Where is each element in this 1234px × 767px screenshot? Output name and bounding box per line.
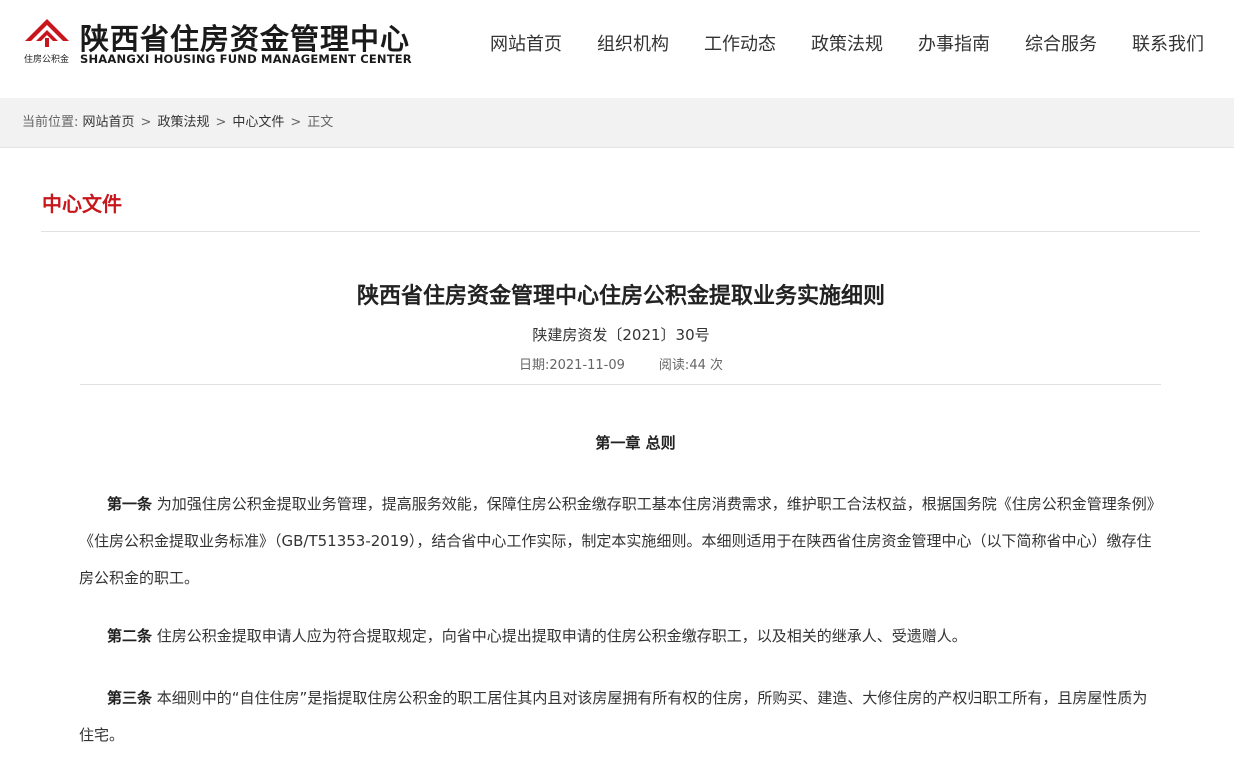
nav-service-guide[interactable]: 办事指南 xyxy=(918,30,990,56)
section-divider xyxy=(41,231,1200,232)
article-clause-text: 住房公积金提取申请人应为符合提取规定，向省中心提出提取申请的住房公积金缴存职工，… xyxy=(152,627,967,645)
nav-organization[interactable]: 组织机构 xyxy=(597,30,669,56)
site-logo[interactable]: 住房公积金 陕西省住房资金管理中心 SHAANGXI HOUSING FUND … xyxy=(24,18,424,70)
main-nav: 网站首页 组织机构 工作动态 政策法规 办事指南 综合服务 联系我们 xyxy=(490,30,1204,56)
nav-home[interactable]: 网站首页 xyxy=(490,30,562,56)
article-paragraph: 第三条 本细则中的“自住住房”是指提取住房公积金的职工居住其内且对该房屋拥有所有… xyxy=(79,680,1159,754)
logo-english-name: SHAANGXI HOUSING FUND MANAGEMENT CENTER xyxy=(80,52,412,66)
nav-work-news[interactable]: 工作动态 xyxy=(704,30,776,56)
article-paragraph: 第二条 住房公积金提取申请人应为符合提取规定，向省中心提出提取申请的住房公积金缴… xyxy=(79,618,1159,655)
document-number: 陕建房资发〔2021〕30号 xyxy=(532,326,710,344)
breadcrumb-separator: > xyxy=(290,115,302,130)
article-clause-text: 为加强住房公积金提取业务管理，提高服务效能，保障住房公积金缴存职工基本住房消费需… xyxy=(79,495,1155,587)
breadcrumb-separator: > xyxy=(215,115,227,130)
breadcrumb: 当前位置: 网站首页 > 政策法规 > 中心文件 > 正文 xyxy=(22,98,333,147)
views-unit: 次 xyxy=(710,358,724,373)
breadcrumb-policies[interactable]: 政策法规 xyxy=(157,115,209,130)
logo-small-text: 住房公积金 xyxy=(24,55,70,65)
breadcrumb-bar: 当前位置: 网站首页 > 政策法规 > 中心文件 > 正文 xyxy=(0,98,1234,148)
breadcrumb-current: 正文 xyxy=(307,115,334,130)
article-clause-label: 第一条 xyxy=(107,495,153,513)
views-label: 阅读: xyxy=(658,358,690,373)
meta-divider xyxy=(80,384,1161,385)
publish-date: 2021-11-09 xyxy=(549,358,625,373)
section-title: 中心文件 xyxy=(42,192,122,216)
chapter-heading: 第一章 总则 xyxy=(595,434,676,452)
breadcrumb-home[interactable]: 网站首页 xyxy=(83,115,135,130)
breadcrumb-prefix: 当前位置: xyxy=(22,115,79,130)
nav-contact[interactable]: 联系我们 xyxy=(1132,30,1204,56)
article-paragraph: 第一条 为加强住房公积金提取业务管理，提高服务效能，保障住房公积金缴存职工基本住… xyxy=(79,486,1159,597)
breadcrumb-center-docs[interactable]: 中心文件 xyxy=(232,115,284,130)
nav-services[interactable]: 综合服务 xyxy=(1025,30,1097,56)
view-count: 44 xyxy=(689,358,706,373)
nav-policies[interactable]: 政策法规 xyxy=(811,30,883,56)
article-meta: 日期:2021-11-09 阅读:44 次 xyxy=(0,354,1234,373)
article-clause-label: 第二条 xyxy=(107,627,153,645)
date-label: 日期: xyxy=(518,358,550,373)
site-header: 住房公积金 陕西省住房资金管理中心 SHAANGXI HOUSING FUND … xyxy=(0,0,1234,98)
article-title: 陕西省住房资金管理中心住房公积金提取业务实施细则 xyxy=(356,284,885,309)
breadcrumb-separator: > xyxy=(140,115,152,130)
article-clause-text: 本细则中的“自住住房”是指提取住房公积金的职工居住其内且对该房屋拥有所有权的住房… xyxy=(79,689,1148,744)
article-clause-label: 第三条 xyxy=(107,689,153,707)
